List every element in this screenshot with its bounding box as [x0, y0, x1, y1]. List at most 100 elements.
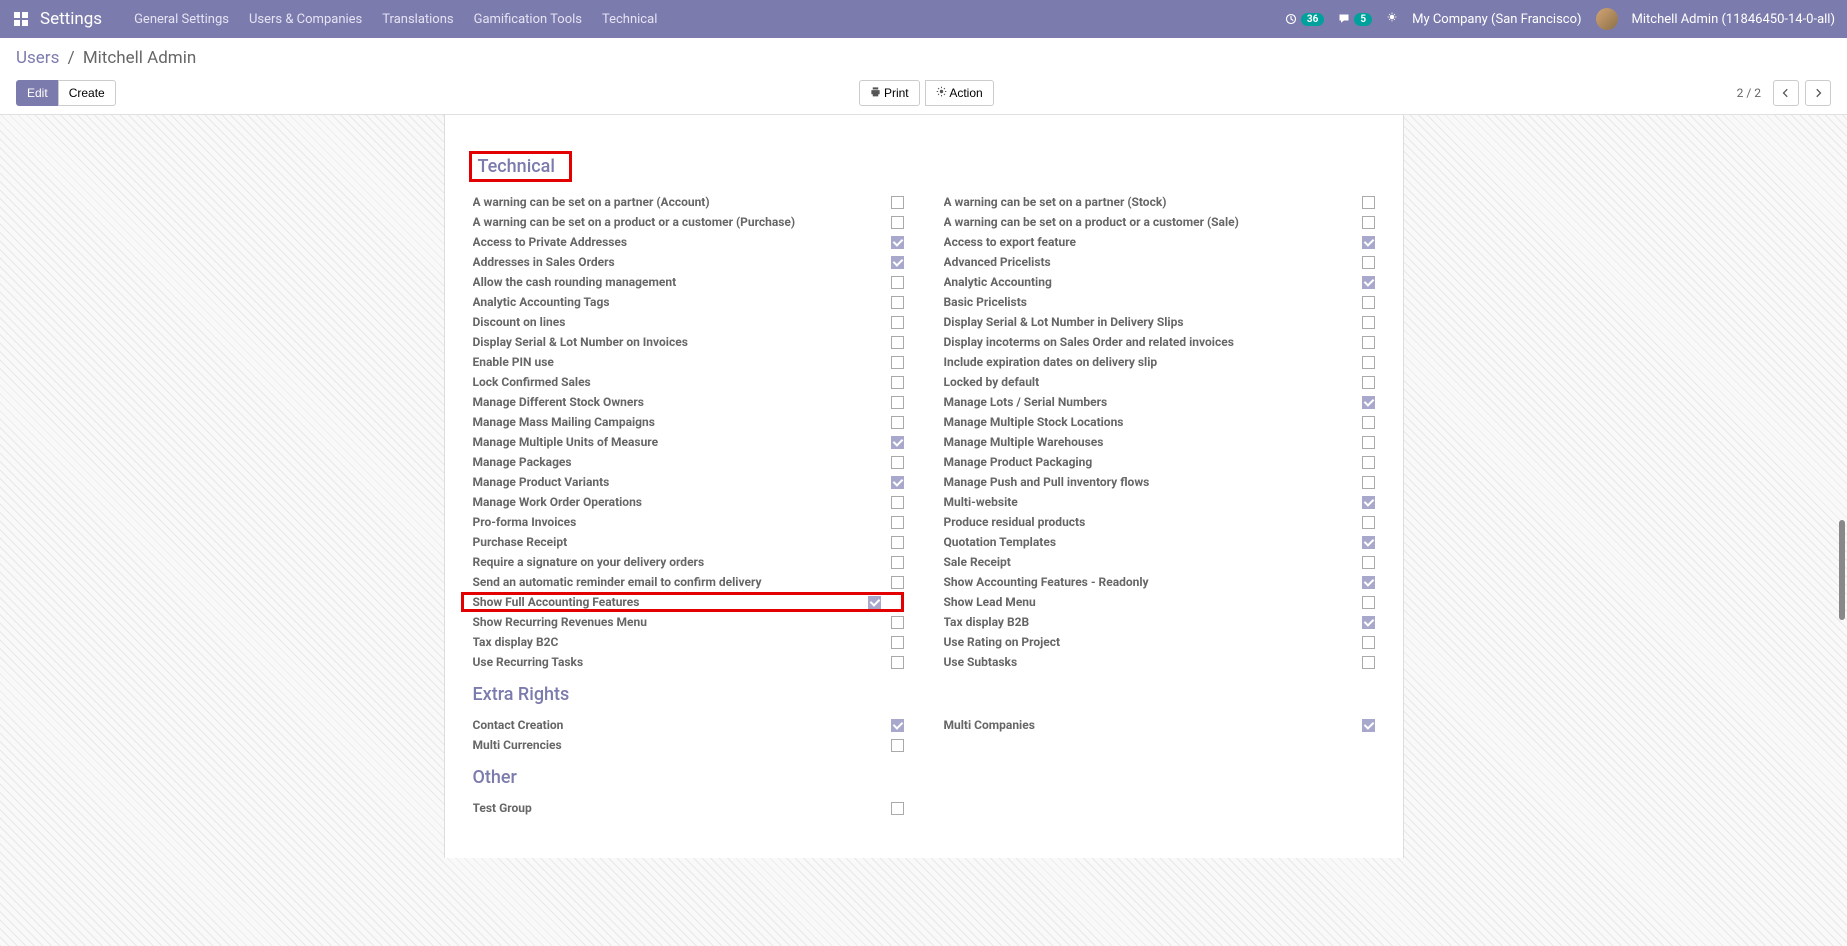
technical-field-checkbox[interactable] — [1362, 356, 1375, 369]
technical-field-checkbox[interactable] — [1362, 416, 1375, 429]
nav-link-translations[interactable]: Translations — [382, 12, 453, 27]
technical-field-checkbox[interactable] — [1362, 216, 1375, 229]
technical-field-checkbox-wrap — [1349, 196, 1375, 209]
technical-field-label: Enable PIN use — [473, 355, 878, 369]
technical-field-checkbox[interactable] — [1362, 456, 1375, 469]
technical-field-checkbox[interactable] — [868, 596, 881, 609]
user-menu[interactable]: Mitchell Admin (11846450-14-0-all) — [1632, 12, 1835, 27]
extra-rights-field-checkbox[interactable] — [891, 719, 904, 732]
technical-field-checkbox[interactable] — [1362, 536, 1375, 549]
technical-field-checkbox[interactable] — [891, 296, 904, 309]
technical-field-checkbox[interactable] — [1362, 496, 1375, 509]
technical-field-row: Quotation Templates — [944, 532, 1375, 552]
technical-field-checkbox[interactable] — [891, 276, 904, 289]
activity-indicator[interactable]: 36 — [1285, 13, 1324, 26]
avatar[interactable] — [1596, 8, 1618, 30]
technical-field-label: Manage Packages — [473, 455, 878, 469]
breadcrumb-parent[interactable]: Users — [16, 48, 59, 68]
technical-field-row: A warning can be set on a partner (Stock… — [944, 192, 1375, 212]
technical-field-checkbox[interactable] — [1362, 636, 1375, 649]
action-button[interactable]: Action — [925, 80, 994, 106]
technical-field-label: Sale Receipt — [944, 555, 1349, 569]
technical-field-checkbox[interactable] — [891, 456, 904, 469]
technical-field-checkbox[interactable] — [891, 196, 904, 209]
technical-field-checkbox[interactable] — [891, 636, 904, 649]
print-button[interactable]: Print — [859, 80, 920, 106]
other-field-row: Test Group — [473, 798, 904, 818]
edit-button[interactable]: Edit — [16, 80, 59, 106]
technical-field-checkbox-wrap — [878, 236, 904, 249]
debug-icon[interactable] — [1386, 11, 1398, 27]
technical-right-col: A warning can be set on a partner (Stock… — [924, 192, 1375, 672]
technical-field-row: A warning can be set on a partner (Accou… — [473, 192, 904, 212]
messages-indicator[interactable]: 5 — [1338, 13, 1372, 26]
technical-field-checkbox[interactable] — [1362, 476, 1375, 489]
technical-field-checkbox[interactable] — [891, 616, 904, 629]
technical-field-checkbox[interactable] — [891, 536, 904, 549]
technical-field-checkbox[interactable] — [891, 436, 904, 449]
technical-field-checkbox[interactable] — [891, 416, 904, 429]
nav-link-gamification[interactable]: Gamification Tools — [474, 12, 582, 27]
create-button[interactable]: Create — [58, 80, 116, 106]
nav-link-general[interactable]: General Settings — [134, 12, 229, 27]
technical-field-label: Display Serial & Lot Number in Delivery … — [944, 315, 1349, 329]
technical-field-checkbox[interactable] — [1362, 616, 1375, 629]
breadcrumb-bar: Users / Mitchell Admin Edit Create Print… — [0, 38, 1847, 115]
company-selector[interactable]: My Company (San Francisco) — [1412, 12, 1581, 27]
technical-field-checkbox[interactable] — [891, 576, 904, 589]
technical-field-checkbox[interactable] — [1362, 196, 1375, 209]
pager-next[interactable] — [1805, 80, 1831, 106]
technical-field-label: Lock Confirmed Sales — [473, 375, 878, 389]
technical-field-checkbox[interactable] — [1362, 396, 1375, 409]
extra-rights-field-checkbox-wrap — [878, 719, 904, 732]
technical-field-row: Include expiration dates on delivery sli… — [944, 352, 1375, 372]
technical-field-checkbox[interactable] — [1362, 256, 1375, 269]
technical-field-checkbox[interactable] — [1362, 436, 1375, 449]
nav-link-technical[interactable]: Technical — [602, 12, 657, 27]
apps-icon[interactable] — [12, 10, 30, 28]
technical-field-checkbox[interactable] — [891, 356, 904, 369]
technical-field-checkbox[interactable] — [1362, 276, 1375, 289]
technical-field-checkbox[interactable] — [891, 516, 904, 529]
technical-field-checkbox[interactable] — [1362, 336, 1375, 349]
scrollbar-thumb[interactable] — [1839, 520, 1845, 620]
technical-field-checkbox[interactable] — [891, 316, 904, 329]
technical-field-checkbox[interactable] — [891, 476, 904, 489]
technical-field-label: Require a signature on your delivery ord… — [473, 555, 878, 569]
breadcrumb-sep: / — [68, 48, 75, 68]
other-field-checkbox[interactable] — [891, 802, 904, 815]
form-sheet: Technical A warning can be set on a part… — [444, 115, 1404, 858]
technical-field-label: A warning can be set on a product or a c… — [944, 215, 1349, 229]
nav-link-users[interactable]: Users & Companies — [249, 12, 362, 27]
technical-field-checkbox[interactable] — [891, 236, 904, 249]
pager-prev[interactable] — [1773, 80, 1799, 106]
technical-field-checkbox[interactable] — [1362, 596, 1375, 609]
technical-field-label: Manage Product Packaging — [944, 455, 1349, 469]
technical-field-checkbox[interactable] — [891, 656, 904, 669]
technical-field-checkbox[interactable] — [1362, 516, 1375, 529]
app-title[interactable]: Settings — [40, 9, 102, 29]
technical-field-checkbox[interactable] — [1362, 376, 1375, 389]
extra-rights-field-checkbox[interactable] — [891, 739, 904, 752]
extra-left-col: Contact CreationMulti Currencies — [473, 715, 924, 755]
technical-field-checkbox[interactable] — [1362, 236, 1375, 249]
technical-field-row: Manage Multiple Warehouses — [944, 432, 1375, 452]
technical-field-checkbox-wrap — [878, 416, 904, 429]
pager-count[interactable]: 2 / 2 — [1737, 86, 1761, 100]
technical-field-checkbox[interactable] — [1362, 316, 1375, 329]
extra-rights-field-checkbox[interactable] — [1362, 719, 1375, 732]
technical-field-checkbox[interactable] — [891, 556, 904, 569]
technical-field-checkbox[interactable] — [891, 216, 904, 229]
technical-field-checkbox-wrap — [1349, 576, 1375, 589]
technical-field-checkbox[interactable] — [1362, 296, 1375, 309]
technical-field-checkbox[interactable] — [891, 336, 904, 349]
technical-field-checkbox[interactable] — [1362, 556, 1375, 569]
technical-field-checkbox[interactable] — [891, 496, 904, 509]
technical-field-checkbox[interactable] — [1362, 576, 1375, 589]
technical-field-checkbox[interactable] — [891, 396, 904, 409]
technical-field-checkbox[interactable] — [891, 256, 904, 269]
technical-field-label: Manage Mass Mailing Campaigns — [473, 415, 878, 429]
technical-field-checkbox[interactable] — [891, 376, 904, 389]
technical-field-checkbox[interactable] — [1362, 656, 1375, 669]
extra-rights-field-label: Multi Companies — [944, 718, 1349, 732]
